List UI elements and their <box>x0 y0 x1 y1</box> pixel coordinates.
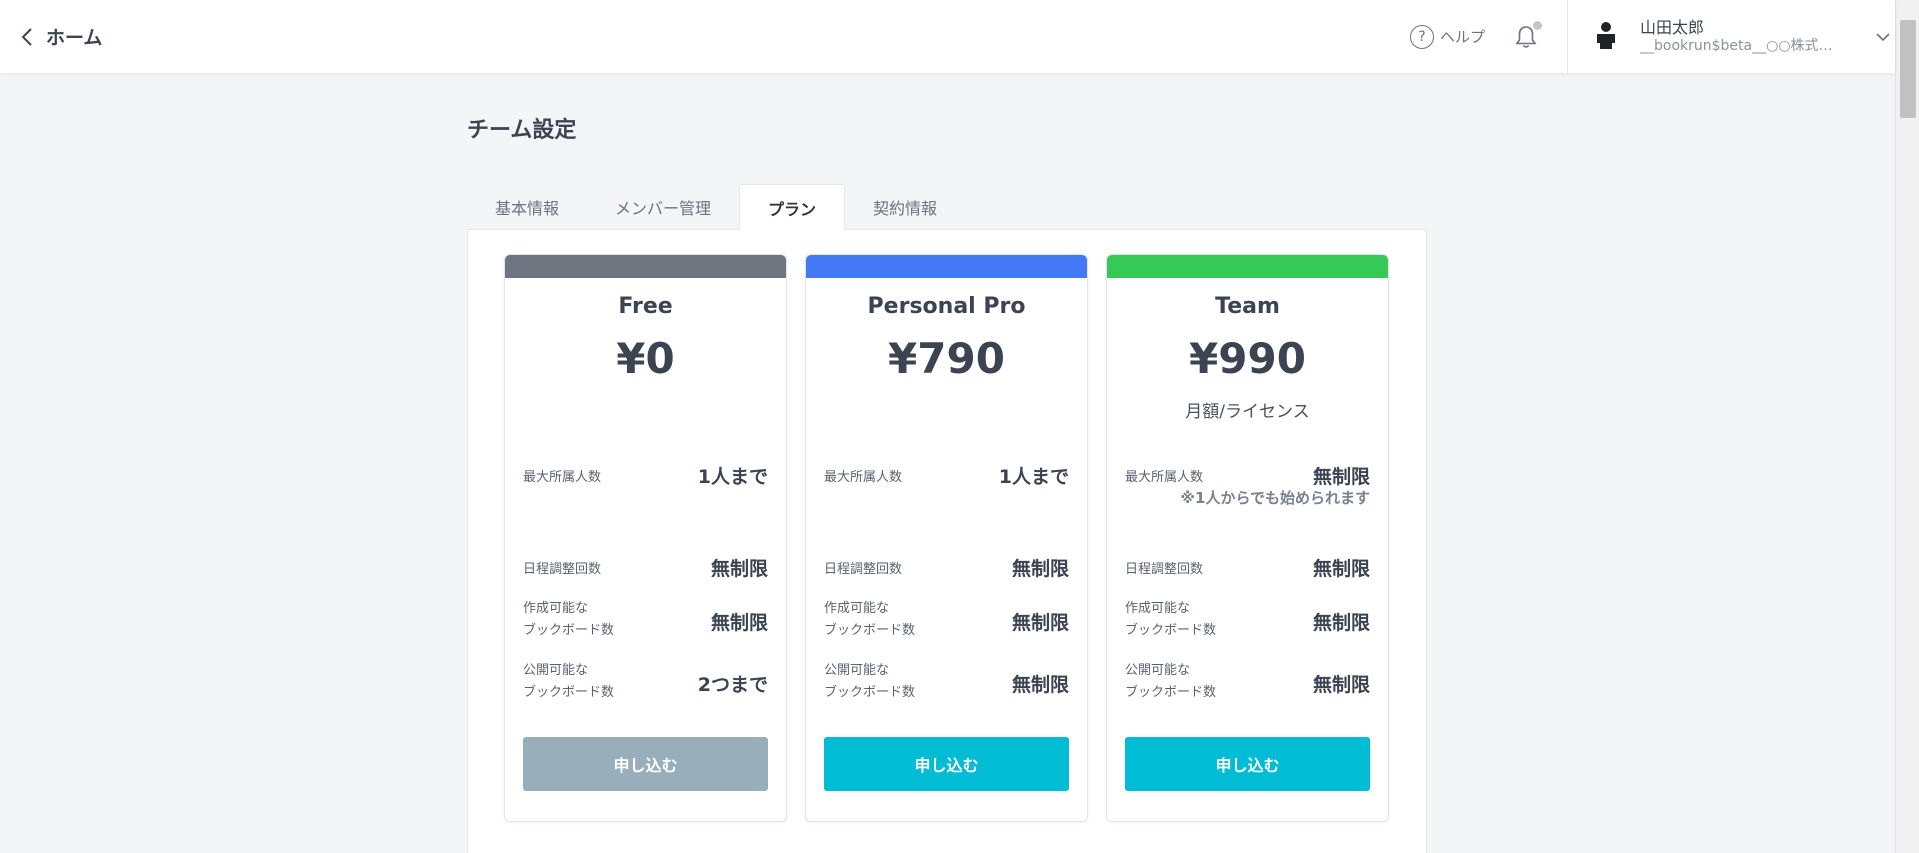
feature-publishable-boards: 公開可能な ブックボード数 無制限 <box>1125 660 1370 706</box>
plan-color-bar <box>505 255 786 278</box>
feature-value: 無制限 <box>1312 466 1370 488</box>
help-link[interactable]: ? ヘルプ <box>1409 24 1485 49</box>
back-home-link[interactable]: ホーム <box>20 23 102 50</box>
feature-label: ブックボード数 <box>523 623 615 638</box>
apply-button-free[interactable]: 申し込む <box>523 737 768 791</box>
help-label: ヘルプ <box>1439 28 1485 46</box>
feature-adjust-count: 日程調整回数 無制限 <box>1125 549 1370 589</box>
feature-adjust-count: 日程調整回数 無制限 <box>523 549 768 589</box>
feature-publishable-boards: 公開可能な ブックボード数 2つまで <box>523 660 768 706</box>
feature-label: 日程調整回数 <box>523 562 602 577</box>
top-header: ホーム ? ヘルプ 山田太郎 __bookrun$beta__○○株式会社 <box>0 0 1895 73</box>
plan-color-bar <box>1107 255 1388 278</box>
plan-name: Free <box>618 294 673 319</box>
plan-name: Team <box>1215 294 1280 319</box>
user-team: __bookrun$beta__○○株式会社 <box>1640 37 1840 54</box>
feature-label: ブックボード数 <box>824 685 916 700</box>
feature-value: 無制限 <box>710 612 768 634</box>
plan-price: ¥790 <box>888 334 1005 383</box>
plan-price-note <box>505 397 786 419</box>
feature-label: ブックボード数 <box>1125 623 1217 638</box>
user-info: 山田太郎 __bookrun$beta__○○株式会社 <box>1640 17 1840 55</box>
apply-button-personal-pro[interactable]: 申し込む <box>824 737 1069 791</box>
feature-max-members: 最大所属人数 無制限 ※1人からでも始められます <box>1125 457 1370 517</box>
feature-creatable-boards: 作成可能な ブックボード数 無制限 <box>824 598 1069 644</box>
back-label: ホーム <box>46 27 103 49</box>
tab-member-management[interactable]: メンバー管理 <box>587 184 739 230</box>
feature-label: 最大所属人数 <box>1125 470 1204 485</box>
notification-dot <box>1533 20 1542 30</box>
tab-contract-info[interactable]: 契約情報 <box>845 184 965 230</box>
feature-value: 無制限 <box>1011 558 1069 580</box>
feature-value: 1人まで <box>998 466 1069 488</box>
apply-button-team[interactable]: 申し込む <box>1125 737 1370 791</box>
tab-basic-info[interactable]: 基本情報 <box>467 184 587 230</box>
feature-value: 2つまで <box>697 674 768 696</box>
chevron-down-icon <box>1876 32 1890 41</box>
feature-label: ブックボード数 <box>523 685 615 700</box>
plan-price-note <box>806 397 1087 419</box>
feature-value: 1人まで <box>697 466 768 488</box>
feature-label: 日程調整回数 <box>1125 562 1204 577</box>
feature-label: 日程調整回数 <box>824 562 903 577</box>
feature-value: 無制限 <box>710 558 768 580</box>
question-circle-icon: ? <box>1409 24 1434 49</box>
plan-price-note: 月額/ライセンス <box>1185 402 1310 422</box>
feature-value: 無制限 <box>1312 612 1370 634</box>
feature-creatable-boards: 作成可能な ブックボード数 無制限 <box>1125 598 1370 644</box>
feature-label: 最大所属人数 <box>523 470 602 485</box>
page-scrollbar[interactable] <box>1895 0 1919 853</box>
page-title: チーム設定 <box>467 118 577 143</box>
user-name: 山田太郎 <box>1640 17 1705 37</box>
plan-name: Personal Pro <box>867 294 1026 319</box>
feature-adjust-count: 日程調整回数 無制限 <box>824 549 1069 589</box>
notification-button[interactable] <box>1513 20 1542 50</box>
plan-price: ¥990 <box>1189 334 1306 383</box>
feature-max-members: 最大所属人数 1人まで <box>824 457 1069 497</box>
feature-note: ※1人からでも始められます <box>1180 489 1370 507</box>
feature-label: 公開可能な <box>824 663 890 678</box>
feature-value: 無制限 <box>1312 558 1370 580</box>
feature-label: 最大所属人数 <box>824 470 903 485</box>
feature-label: 作成可能な <box>1125 601 1191 616</box>
feature-value: 無制限 <box>1011 674 1069 696</box>
feature-label: ブックボード数 <box>1125 685 1217 700</box>
feature-label: ブックボード数 <box>824 623 916 638</box>
plan-price: ¥0 <box>616 334 675 383</box>
user-avatar-icon <box>1594 21 1618 53</box>
plan-card-free: Free ¥0 最大所属人数 1人まで 日程調整回数 無制限 作成可能な ブック… <box>504 254 787 822</box>
plan-card-personal-pro: Personal Pro ¥790 最大所属人数 1人まで 日程調整回数 無制限… <box>805 254 1088 822</box>
feature-publishable-boards: 公開可能な ブックボード数 無制限 <box>824 660 1069 706</box>
scrollbar-thumb[interactable] <box>1900 20 1916 118</box>
chevron-left-icon <box>21 27 32 46</box>
feature-value: 無制限 <box>1312 674 1370 696</box>
tab-plan[interactable]: プラン <box>739 184 846 230</box>
feature-label: 公開可能な <box>1125 663 1191 678</box>
user-menu[interactable]: 山田太郎 __bookrun$beta__○○株式会社 <box>1568 17 1895 55</box>
feature-creatable-boards: 作成可能な ブックボード数 無制限 <box>523 598 768 644</box>
feature-value: 無制限 <box>1011 612 1069 634</box>
plan-color-bar <box>806 255 1087 278</box>
feature-max-members: 最大所属人数 1人まで <box>523 457 768 497</box>
feature-label: 作成可能な <box>824 601 890 616</box>
plan-card-team: Team ¥990 月額/ライセンス 最大所属人数 無制限 ※1人からでも始めら… <box>1106 254 1389 822</box>
feature-label: 公開可能な <box>523 663 589 678</box>
settings-tabs: 基本情報 メンバー管理 プラン 契約情報 <box>467 184 965 230</box>
feature-label: 作成可能な <box>523 601 589 616</box>
